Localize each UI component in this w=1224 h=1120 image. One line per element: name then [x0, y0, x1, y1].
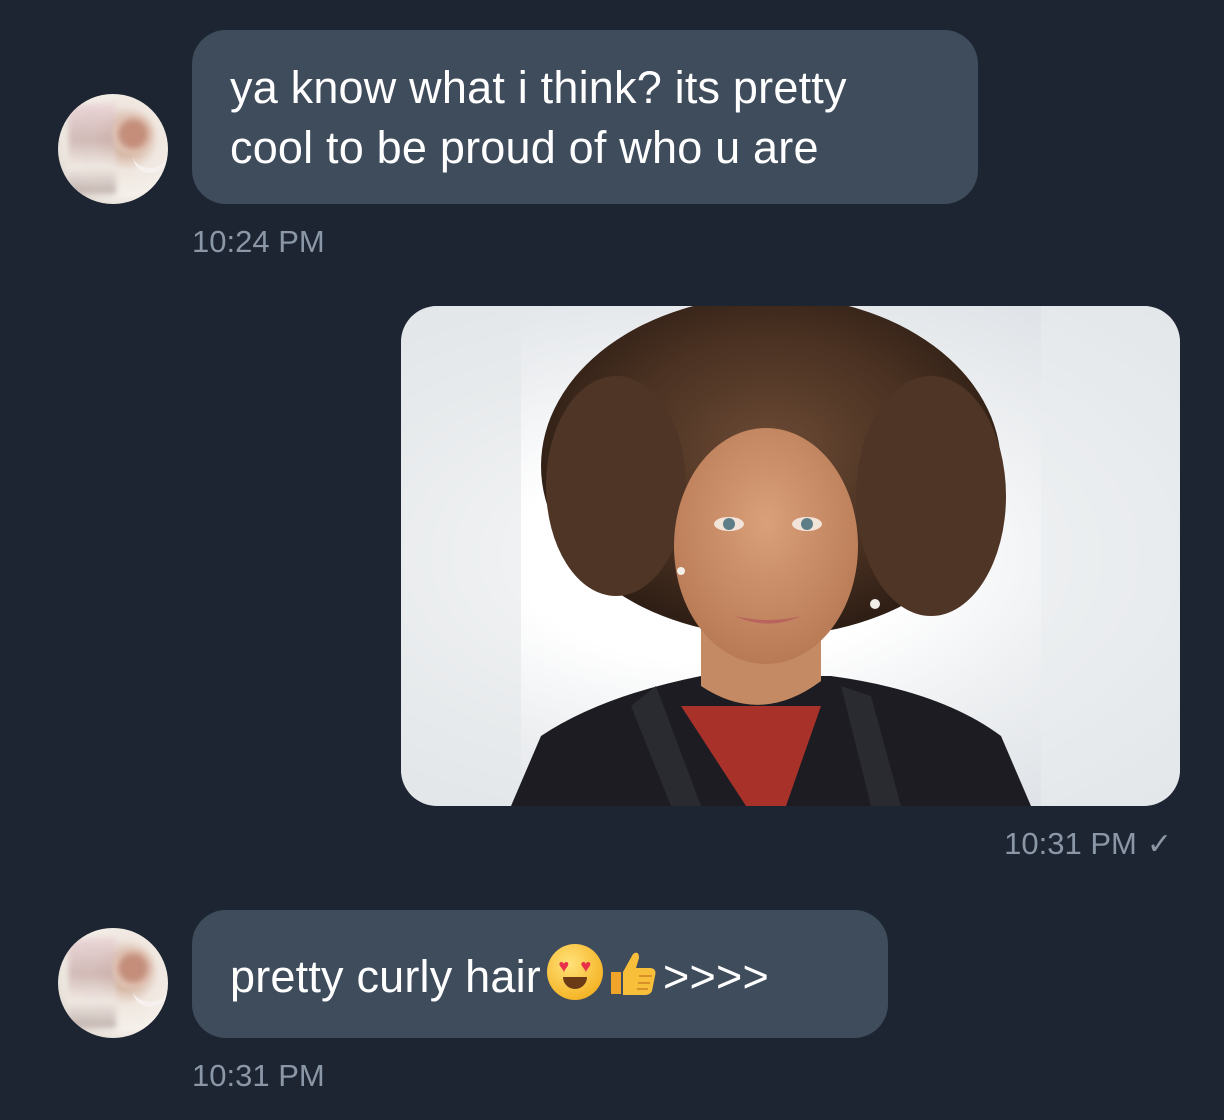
message-text-line: cool to be proud of who u are [230, 122, 819, 173]
message-text: pretty curly hair [230, 951, 541, 1002]
contact-avatar[interactable] [58, 928, 168, 1038]
message-timestamp: 10:24 PM [192, 224, 325, 259]
message-suffix: >>>> [663, 951, 769, 1002]
thumbs-up-emoji [605, 944, 661, 1000]
incoming-message-bubble[interactable]: pretty curly hair ♥ ♥ >>>> [192, 910, 888, 1038]
heart-eyes-emoji: ♥ ♥ [547, 944, 603, 1000]
photo-message[interactable] [401, 306, 1180, 806]
message-text-line: ya know what i think? its pretty [230, 62, 847, 113]
checkmark-icon: ✓ [1146, 828, 1172, 861]
contact-avatar[interactable] [58, 94, 168, 204]
message-timestamp: 10:31 PM ✓ [1004, 826, 1172, 862]
incoming-message-bubble[interactable]: ya know what i think? its pretty cool to… [192, 30, 978, 204]
photo-image [401, 306, 1180, 806]
timestamp-text: 10:31 PM [1004, 826, 1137, 861]
message-timestamp: 10:31 PM [192, 1058, 325, 1093]
